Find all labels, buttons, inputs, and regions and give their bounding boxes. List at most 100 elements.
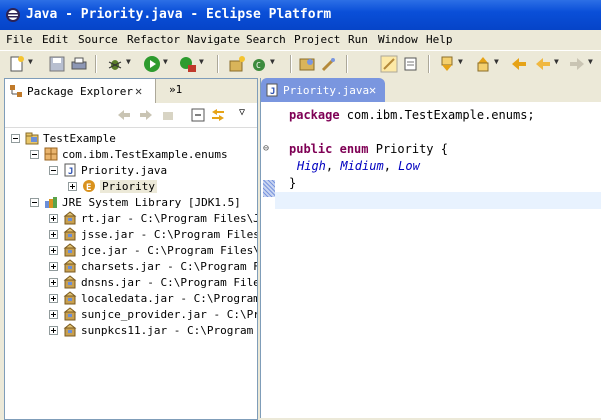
expand-icon[interactable] (49, 230, 58, 239)
tree-item-label: sunpkcs11.jar - C:\Program F (81, 324, 257, 337)
back-dropdown-icon[interactable]: ▼ (554, 57, 559, 66)
jar-icon (63, 323, 77, 337)
code-editor[interactable]: ⊖ package com.ibm.TestExample.enums; pub… (261, 102, 601, 418)
current-line-highlight (275, 192, 601, 209)
mark-occurrences-icon[interactable] (380, 55, 398, 73)
annotation-marker (263, 180, 275, 197)
close-icon[interactable]: ✕ (135, 84, 142, 98)
package-explorer-label: Package Explorer (27, 85, 133, 98)
tree-item[interactable]: localedata.jar - C:\Program (5, 290, 257, 306)
back-icon[interactable] (117, 108, 131, 122)
expand-icon[interactable] (68, 182, 77, 191)
menu-help[interactable]: Help (426, 33, 453, 46)
forward-dropdown-icon[interactable]: ▼ (588, 57, 593, 66)
run-dropdown-icon[interactable]: ▼ (163, 57, 168, 66)
more-views-button[interactable]: »1 (169, 83, 182, 96)
menu-bar: File Edit Source Refactor Navigate Searc… (0, 30, 601, 50)
jar-icon (63, 259, 77, 273)
collapse-icon[interactable] (49, 166, 58, 175)
package-explorer-view: Package Explorer ✕ »1 ▽ TestExample com.i… (4, 78, 258, 420)
tree-item[interactable]: E Priority (5, 178, 257, 194)
menu-navigate[interactable]: Navigate (187, 33, 240, 46)
tab-package-explorer[interactable]: Package Explorer ✕ (5, 79, 156, 103)
tree-item[interactable]: charsets.jar - C:\Program Fi (5, 258, 257, 274)
expand-icon[interactable] (49, 294, 58, 303)
forward-icon[interactable] (139, 108, 153, 122)
search-icon[interactable] (320, 55, 338, 73)
menu-edit[interactable]: Edit (42, 33, 69, 46)
link-with-editor-icon[interactable] (211, 108, 225, 122)
expand-icon[interactable] (49, 214, 58, 223)
last-edit-location-icon[interactable] (510, 55, 528, 73)
new-icon[interactable] (8, 55, 26, 73)
close-icon[interactable]: ✕ (369, 83, 376, 97)
code-line-1: package com.ibm.TestExample.enums; (289, 108, 535, 122)
tree-item[interactable]: sunjce_provider.jar - C:\Pro (5, 306, 257, 322)
package-icon (44, 147, 58, 161)
open-type-icon[interactable] (298, 55, 316, 73)
window-title: Java - Priority.java - Eclipse Platform (26, 7, 332, 22)
collapse-icon[interactable] (30, 150, 39, 159)
expand-icon[interactable] (49, 246, 58, 255)
expand-icon[interactable] (49, 262, 58, 271)
java-file-icon: J (63, 163, 77, 177)
jar-icon (63, 307, 77, 321)
back-icon[interactable] (534, 55, 552, 73)
fold-collapse-icon[interactable]: ⊖ (263, 143, 269, 154)
new-class-icon[interactable]: C (250, 55, 268, 73)
new-dropdown-icon[interactable]: ▼ (28, 57, 33, 66)
tree-item[interactable]: JRE System Library [JDK1.5] (5, 194, 257, 210)
print-icon[interactable] (70, 55, 88, 73)
forward-icon[interactable] (568, 55, 586, 73)
collapse-icon[interactable] (30, 198, 39, 207)
tree-item[interactable]: com.ibm.TestExample.enums (5, 146, 257, 162)
tree-item-label: Priority.java (81, 164, 168, 177)
tab-priority-java[interactable]: J Priority.java ✕ (261, 78, 385, 102)
next-annotation-dropdown-icon[interactable]: ▼ (458, 57, 463, 66)
tree-item[interactable]: jsse.jar - C:\Program Files\ (5, 226, 257, 242)
new-class-dropdown-icon[interactable]: ▼ (270, 57, 275, 66)
menu-run[interactable]: Run (348, 33, 368, 46)
tree-item[interactable]: TestExample (5, 130, 257, 146)
menu-refactor[interactable]: Refactor (127, 33, 180, 46)
new-java-project-icon[interactable] (228, 55, 246, 73)
tree-item[interactable]: dnsns.jar - C:\Program Files (5, 274, 257, 290)
run-icon[interactable] (143, 55, 161, 73)
menu-file[interactable]: File (6, 33, 33, 46)
expand-icon[interactable] (49, 326, 58, 335)
package-explorer-icon (10, 85, 22, 97)
debug-icon[interactable] (106, 55, 124, 73)
editor-tabbar: J Priority.java ✕ (261, 78, 601, 102)
expand-icon[interactable] (49, 278, 58, 287)
svg-text:J: J (270, 87, 275, 97)
tree-item[interactable]: J Priority.java (5, 162, 257, 178)
up-icon[interactable] (161, 108, 175, 122)
external-tools-icon[interactable] (179, 55, 197, 73)
prev-annotation-dropdown-icon[interactable]: ▼ (494, 57, 499, 66)
tree-item-label: dnsns.jar - C:\Program Files (81, 276, 257, 289)
tree-item[interactable]: rt.jar - C:\Program Files\Ja (5, 210, 257, 226)
tree-item-label: JRE System Library [JDK1.5] (62, 196, 241, 209)
svg-text:J: J (68, 167, 73, 177)
collapse-all-icon[interactable] (191, 108, 205, 122)
save-icon[interactable] (48, 55, 66, 73)
show-source-icon[interactable] (402, 55, 420, 73)
tree-item[interactable]: jce.jar - C:\Program Files\J (5, 242, 257, 258)
debug-dropdown-icon[interactable]: ▼ (126, 57, 131, 66)
next-annotation-icon[interactable] (438, 55, 456, 73)
expand-icon[interactable] (49, 310, 58, 319)
external-tools-dropdown-icon[interactable]: ▼ (199, 57, 204, 66)
view-menu-icon[interactable]: ▽ (239, 107, 245, 118)
enum-icon: E (82, 179, 96, 193)
tree-item-label: sunjce_provider.jar - C:\Pro (81, 308, 257, 321)
collapse-icon[interactable] (11, 134, 20, 143)
menu-window[interactable]: Window (378, 33, 418, 46)
tree-item[interactable]: sunpkcs11.jar - C:\Program F (5, 322, 257, 338)
window-titlebar[interactable]: Java - Priority.java - Eclipse Platform (0, 0, 601, 30)
menu-project[interactable]: Project (294, 33, 340, 46)
menu-search[interactable]: Search (246, 33, 286, 46)
menu-source[interactable]: Source (78, 33, 118, 46)
prev-annotation-icon[interactable] (474, 55, 492, 73)
editor-area: J Priority.java ✕ ⊖ package com.ibm.Test… (260, 78, 601, 418)
code-line-3: High, Midium, Low (297, 159, 420, 173)
